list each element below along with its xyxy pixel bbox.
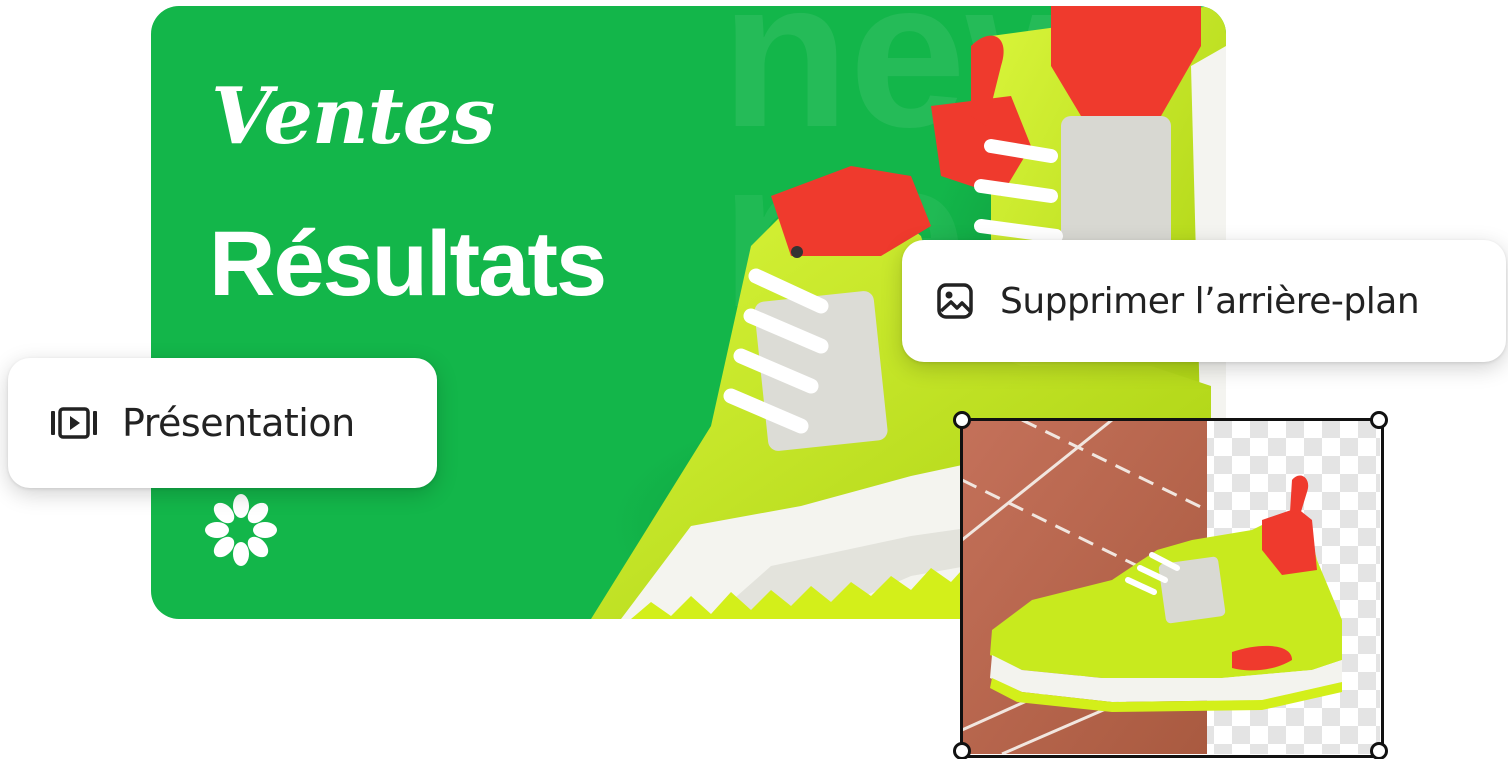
burst-icon bbox=[205, 494, 277, 566]
resize-handle-top-left[interactable] bbox=[953, 411, 971, 429]
remove-background-button[interactable]: Supprimer l’arrière-plan bbox=[902, 240, 1506, 362]
resize-handle-bottom-right[interactable] bbox=[1370, 742, 1388, 759]
presentation-label: Présentation bbox=[122, 401, 355, 445]
image-icon bbox=[936, 282, 974, 320]
remove-background-label: Supprimer l’arrière-plan bbox=[1000, 280, 1420, 322]
resize-handle-bottom-left[interactable] bbox=[953, 742, 971, 759]
sneaker-cutout-photo bbox=[962, 420, 1380, 754]
presentation-play-icon bbox=[50, 406, 98, 440]
banner-title-resultats: Résultats bbox=[209, 213, 607, 315]
resize-handle-top-right[interactable] bbox=[1370, 411, 1388, 429]
background-removal-preview[interactable] bbox=[962, 420, 1380, 754]
presentation-button[interactable]: Présentation bbox=[8, 358, 437, 488]
banner-title-ventes: Ventes bbox=[211, 71, 495, 162]
canvas: new ne ne bbox=[0, 0, 1508, 759]
